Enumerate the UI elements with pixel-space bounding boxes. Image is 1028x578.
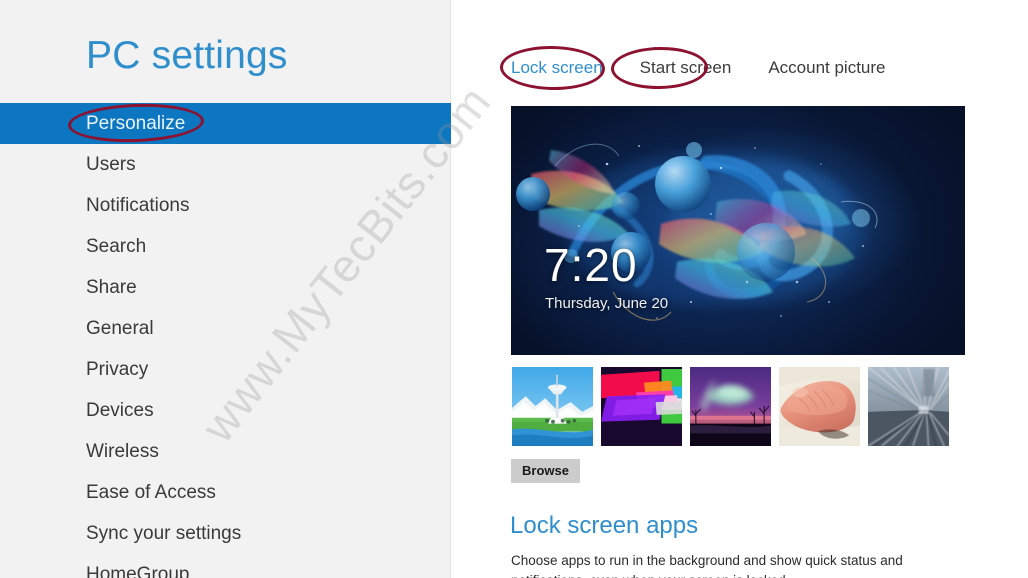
- sidebar-item-sync-your-settings[interactable]: Sync your settings: [0, 513, 451, 554]
- wallpaper-thumbnail-space-needle[interactable]: [511, 366, 594, 447]
- sidebar-item-general[interactable]: General: [0, 308, 451, 349]
- abstract-wallpaper-art: [516, 142, 878, 321]
- tab-start-screen[interactable]: Start screen: [640, 58, 732, 78]
- sidebar-nav-list: Personalize Users Notifications Search Share…: [0, 103, 451, 578]
- wallpaper-thumbnail-aurora[interactable]: [689, 366, 772, 447]
- sidebar-item-users[interactable]: Users: [0, 144, 451, 185]
- preview-clock-time: 7:20: [544, 239, 638, 291]
- tab-lock-screen[interactable]: Lock screen: [511, 58, 603, 78]
- sidebar-item-homegroup[interactable]: HomeGroup: [0, 554, 451, 578]
- sidebar: PC settings Personalize Users Notification…: [0, 0, 451, 578]
- sidebar-item-search[interactable]: Search: [0, 226, 451, 267]
- wallpaper-thumbnail-baby-foot[interactable]: [778, 366, 861, 447]
- sidebar-item-personalize[interactable]: Personalize: [0, 103, 451, 144]
- lock-screen-apps-description: Choose apps to run in the background and…: [511, 553, 903, 578]
- lock-screen-apps-heading: Lock screen apps: [510, 512, 699, 539]
- wallpaper-thumbnail-tunnel[interactable]: [867, 366, 950, 447]
- lock-screen-preview: 7:20 Thursday, June 20: [511, 106, 965, 355]
- sidebar-item-devices[interactable]: Devices: [0, 390, 451, 431]
- sidebar-item-notifications[interactable]: Notifications: [0, 185, 451, 226]
- pc-settings-screen: PC settings Personalize Users Notification…: [0, 0, 1028, 578]
- page-title: PC settings: [86, 34, 288, 77]
- wallpaper-thumbnail-list: [511, 366, 950, 447]
- sidebar-item-share[interactable]: Share: [0, 267, 451, 308]
- content-pane: Lock screen Start screen Account picture: [452, 0, 1028, 578]
- preview-clock-date: Thursday, June 20: [545, 295, 669, 312]
- sidebar-item-privacy[interactable]: Privacy: [0, 349, 451, 390]
- tab-bar: Lock screen Start screen Account picture: [511, 58, 886, 78]
- wallpaper-thumbnail-abstract-shapes[interactable]: [600, 366, 683, 447]
- sidebar-item-ease-of-access[interactable]: Ease of Access: [0, 472, 451, 513]
- browse-button[interactable]: Browse: [511, 459, 580, 483]
- tab-account-picture[interactable]: Account picture: [768, 58, 885, 78]
- sidebar-item-wireless[interactable]: Wireless: [0, 431, 451, 472]
